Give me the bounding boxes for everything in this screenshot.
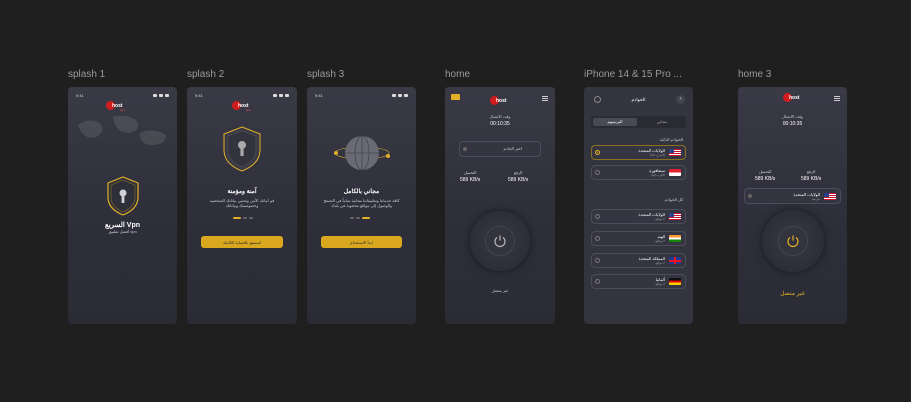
tab-premium[interactable]: البريميوم xyxy=(593,118,637,126)
upload-stat: الرفع 589 KB/s xyxy=(508,170,528,183)
server-row-us[interactable]: الولايات المتحدة ٣ مواقع xyxy=(591,209,686,224)
frame-label-home: home xyxy=(445,69,471,80)
smart-servers-title: الخوادم الذكية xyxy=(659,137,683,142)
connection-time-value: 00:10:35 xyxy=(490,121,510,127)
connection-status: غير متصل xyxy=(491,288,509,293)
radio-icon xyxy=(595,258,600,263)
splash1-subtitle: أفضل تطبيق vpn xyxy=(108,229,137,234)
splash3-cta-button[interactable]: ابدأ الاستخدام xyxy=(321,236,402,248)
splash3-screen: 9:41 مجاني بالكامل كافة خدماتنا وتطبيقات… xyxy=(307,87,416,324)
download-label: التحميل xyxy=(463,170,477,175)
us-flag-icon xyxy=(669,149,681,156)
in-flag-icon xyxy=(669,235,681,242)
splash2-body2: وخصوصيتك وبياناتك xyxy=(225,203,259,208)
home-screen: host وقت الاتصال 00:10:35 اختر الخادم ال… xyxy=(445,87,555,324)
upload-value: 589 KB/s xyxy=(801,176,822,182)
radio-icon xyxy=(595,170,600,175)
selected-server[interactable]: الولايات المتحدة سريعة xyxy=(744,188,841,204)
frame-label-iphone: iPhone 14 & 15 Pro ... xyxy=(584,69,682,80)
app-logo: host vpn xyxy=(232,101,251,112)
splash3-title: مجاني بالكامل xyxy=(343,189,380,195)
menu-icon[interactable] xyxy=(542,96,548,101)
server-row-gb[interactable]: المملكة المتحدة ٣ مواقع xyxy=(591,253,686,268)
server-label: اختر الخادم xyxy=(503,146,523,151)
app-logo: host vpn xyxy=(106,101,125,112)
menu-icon[interactable] xyxy=(834,96,840,101)
power-button[interactable] xyxy=(778,226,808,256)
world-map-icon xyxy=(78,115,166,145)
download-value: 589 KB/s xyxy=(460,177,481,183)
server-row-in[interactable]: الهند ٣ مواقع xyxy=(591,231,686,246)
back-icon[interactable]: › xyxy=(676,95,685,104)
all-servers-title: كل الخوادم xyxy=(664,197,683,202)
frame-label-splash2: splash 2 xyxy=(187,69,225,80)
app-logo: host xyxy=(490,96,507,105)
upload-stat: الرفع 589 KB/s xyxy=(801,169,821,182)
server-row-de[interactable]: ألمانيا ٣ مواقع xyxy=(591,274,686,289)
shield-icon xyxy=(223,126,261,172)
download-stat: التحميل 589 KB/s xyxy=(755,169,775,182)
globe-icon xyxy=(334,135,390,171)
download-value: 589 KB/s xyxy=(755,176,776,182)
frame-label-splash1: splash 1 xyxy=(68,69,106,80)
shield-icon xyxy=(107,176,139,216)
page-indicator xyxy=(350,217,370,219)
server-sub: الأسرع حالياً xyxy=(650,153,665,157)
status-bar: 9:41 xyxy=(315,92,408,98)
connection-time-label: وقت الاتصال xyxy=(782,114,803,119)
server-radio-icon xyxy=(748,194,752,198)
status-bar: 9:41 xyxy=(76,92,169,98)
smart-row-us[interactable]: الولايات المتحدة الأسرع حالياً xyxy=(591,145,686,160)
radio-icon xyxy=(595,236,600,241)
us-flag-icon xyxy=(824,193,836,200)
upload-label: الرفع xyxy=(806,169,816,174)
server-radio-icon xyxy=(463,147,467,151)
tier-tabs: البريميوم مجاني xyxy=(591,116,686,128)
smart-row-sg[interactable]: سنغافورة الأقرب إليك xyxy=(591,165,686,180)
upload-value: 589 KB/s xyxy=(508,177,529,183)
frame-label-home3: home 3 xyxy=(738,69,772,80)
server-sub: ٣ مواقع xyxy=(655,239,665,243)
de-flag-icon xyxy=(669,278,681,285)
logo-sub: vpn xyxy=(119,108,125,112)
radio-icon xyxy=(595,214,600,219)
splash2-screen: 9:41 host vpn آمنة ومؤمنة قم أمانك الآمن… xyxy=(187,87,297,324)
power-icon xyxy=(494,235,506,248)
status-time: 9:41 xyxy=(76,92,84,98)
power-button[interactable] xyxy=(485,226,515,256)
premium-crown-icon[interactable] xyxy=(451,94,460,100)
frame-label-splash3: splash 3 xyxy=(307,69,345,80)
connection-time-value: 00:10:35 xyxy=(782,121,803,127)
splash1-title: السريع Vpn xyxy=(104,222,141,229)
connection-time-label: وقت الاتصال xyxy=(489,114,511,119)
app-logo: host xyxy=(783,93,800,102)
gb-flag-icon xyxy=(669,257,681,264)
radio-icon xyxy=(595,279,600,284)
servers-screen: الخوادم › البريميوم مجاني الخوادم الذكية… xyxy=(584,87,693,324)
splash2-cta-button[interactable]: استمتع بالحماية الكاملة xyxy=(201,236,283,248)
server-sub: ٣ مواقع xyxy=(655,217,665,221)
splash1-screen: 9:41 host vpn السريع Vpn أفضل تطبيق vpn xyxy=(68,87,177,324)
upload-label: الرفع xyxy=(513,170,523,175)
sg-flag-icon xyxy=(669,169,681,176)
server-sub: الأقرب إليك xyxy=(650,173,665,177)
server-selector[interactable]: اختر الخادم xyxy=(459,141,541,157)
server-sub: سريعة xyxy=(811,197,820,201)
status-bar: 9:41 xyxy=(195,92,289,98)
home3-screen: host وقت الاتصال 00:10:35 التحميل 589 KB… xyxy=(738,87,847,324)
connection-status: غير متصل xyxy=(780,291,805,297)
splash3-body2: والوصول إلى مواقع محجوبة في بلدك xyxy=(331,203,392,208)
power-icon xyxy=(787,235,799,248)
tab-free[interactable]: مجاني xyxy=(640,118,684,126)
download-stat: التحميل 589 KB/s xyxy=(460,170,480,183)
server-sub: ٣ مواقع xyxy=(655,261,665,265)
radio-icon xyxy=(595,150,600,155)
splash2-title: آمنة ومؤمنة xyxy=(227,189,257,195)
download-label: التحميل xyxy=(758,169,772,174)
us-flag-icon xyxy=(669,213,681,220)
server-sub: ٣ مواقع xyxy=(655,282,665,286)
page-indicator xyxy=(233,217,253,219)
